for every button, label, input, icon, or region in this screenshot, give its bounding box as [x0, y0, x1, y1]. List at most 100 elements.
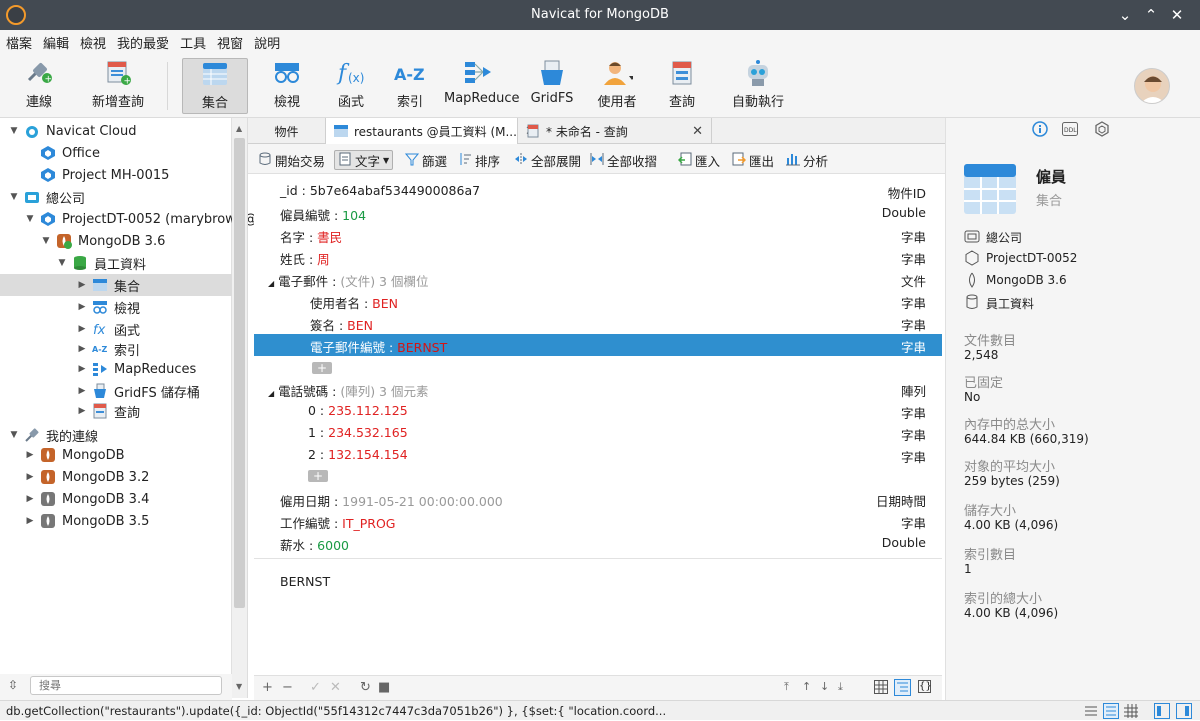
grid-icon[interactable]	[1124, 704, 1138, 721]
field-row-phone-0[interactable]: 0 : 235.112.125 字串	[254, 400, 942, 422]
tab-restaurants[interactable]: restaurants @員工資料 (M...✕	[326, 118, 536, 144]
index-button[interactable]: A-Z 索引	[386, 58, 434, 114]
discard-icon[interactable]: ✕	[330, 680, 341, 695]
last-record-icon[interactable]: ⤓	[838, 680, 843, 694]
tree-my-connections[interactable]: ▼ 我的連線	[8, 424, 98, 446]
tree-indexes[interactable]: ▶ A-Z 索引	[76, 338, 140, 360]
tree-scrollbar[interactable]: ▲ ▼	[232, 118, 248, 698]
stop-icon[interactable]: ■	[378, 680, 390, 695]
tree-gridfs-buckets[interactable]: ▶ GridFS 儲存桶	[76, 380, 200, 402]
value-editor[interactable]: BERNST	[254, 558, 942, 675]
ddl-icon[interactable]: DDL	[1062, 122, 1078, 139]
field-row-last-name[interactable]: 姓氏 : 周 字串	[254, 246, 942, 268]
import-button[interactable]: 匯入	[677, 150, 720, 170]
field-row-username[interactable]: 使用者名 : BEN 字串	[254, 290, 942, 312]
tree-mongodb-3-5[interactable]: ▶ MongoDB 3.5	[24, 510, 150, 532]
field-row-email[interactable]: ◢ 電子郵件 : (文件) 3 個欄位 文件	[254, 268, 942, 290]
close-tab-icon[interactable]: ✕	[684, 124, 703, 139]
json-view-icon[interactable]: {}	[918, 680, 932, 693]
view-button[interactable]: 檢視	[262, 58, 312, 114]
add-field-button[interactable]: +	[312, 362, 332, 374]
tree-project-mh-0015[interactable]: Project MH-0015	[24, 164, 169, 186]
gridfs-button[interactable]: GridFS	[528, 58, 576, 114]
tree-mongodb-3-2[interactable]: ▶ MongoDB 3.2	[24, 466, 150, 488]
collection-button[interactable]: 集合	[182, 58, 248, 114]
tree-views[interactable]: ▶ 檢視	[76, 296, 140, 318]
field-row-signature[interactable]: 簽名 : BEN 字串	[254, 312, 942, 334]
automation-button[interactable]: 自動執行	[730, 58, 786, 114]
mapreduce-button[interactable]: MapReduce	[444, 58, 520, 114]
tree-mapreduces[interactable]: ▶ MapReduces	[76, 358, 197, 380]
menu-favorites[interactable]: 我的最愛	[117, 33, 169, 52]
menu-help[interactable]: 說明	[254, 33, 280, 52]
function-button[interactable]: f (x) 函式	[328, 58, 374, 114]
new-query-button[interactable]: + 新增查詢	[86, 58, 150, 114]
tree-view-icon[interactable]	[894, 679, 911, 696]
analyze-button[interactable]: 分析	[786, 150, 828, 170]
tree-head-office[interactable]: ▼ 總公司	[8, 186, 85, 208]
field-row-email-id[interactable]: 電子郵件編號 : BERNST 字串	[254, 334, 942, 356]
field-row-employee-id[interactable]: 僱員編號 : 104 Double	[254, 202, 942, 224]
text-view-button[interactable]: 文字 ▼	[334, 150, 394, 170]
close-icon[interactable]: ✕	[1166, 4, 1188, 26]
toggle-right-panel-icon[interactable]	[1176, 703, 1192, 719]
field-row-phone[interactable]: ◢ 電話號碼 : (陣列) 3 個元素 陣列	[254, 378, 942, 400]
next-record-icon[interactable]: ↓	[820, 680, 829, 693]
tree-queries[interactable]: ▶ 查詢	[76, 400, 140, 422]
query-button[interactable]: 查詢	[660, 58, 704, 114]
connection-button[interactable]: + 連線	[14, 58, 64, 114]
field-row-hire-date[interactable]: 僱用日期 : 1991-05-21 00:00:00.000 日期時間	[254, 488, 942, 510]
previous-record-icon[interactable]: ↑	[802, 680, 811, 693]
scroll-thumb[interactable]	[234, 138, 245, 608]
toggle-left-panel-icon[interactable]	[1154, 703, 1170, 719]
menu-file[interactable]: 檔案	[6, 33, 32, 52]
minimize-icon[interactable]: ⌄	[1114, 4, 1136, 26]
avatar[interactable]	[1134, 68, 1170, 104]
tree-mongodb[interactable]: ▶ MongoDB	[24, 444, 125, 466]
expand-all-button[interactable]: 全部展開	[514, 150, 581, 170]
begin-transaction-button[interactable]: 開始交易	[258, 150, 325, 170]
collapse-arrow-icon[interactable]: ◢	[268, 389, 274, 398]
grid-view-icon[interactable]	[874, 680, 888, 697]
add-icon[interactable]: +	[262, 680, 273, 695]
tree-navicat-cloud[interactable]: ▼ Navicat Cloud	[8, 120, 137, 142]
scroll-up-icon[interactable]: ▲	[236, 124, 242, 133]
remove-icon[interactable]: −	[282, 680, 293, 695]
scroll-down-icon[interactable]: ▼	[236, 682, 242, 691]
collapse-arrow-icon[interactable]: ◢	[268, 279, 274, 288]
field-row-phone-1[interactable]: 1 : 234.532.165 字串	[254, 422, 942, 444]
tab-objects[interactable]: 物件	[248, 118, 326, 144]
tree-employee-db[interactable]: ▼ 員工資料	[56, 252, 146, 274]
menu-view[interactable]: 檢視	[80, 33, 106, 52]
detail-view-icon[interactable]	[1103, 703, 1119, 719]
field-row-salary[interactable]: 薪水 : 6000 Double	[254, 532, 942, 554]
refresh-icon[interactable]: ↻	[360, 680, 371, 695]
maximize-icon[interactable]: ⌃	[1140, 4, 1162, 26]
field-row-phone-2[interactable]: 2 : 132.154.154 字串	[254, 444, 942, 466]
list-view-icon[interactable]	[1084, 704, 1098, 721]
first-record-icon[interactable]: ⤒	[784, 680, 789, 694]
collapse-all-button[interactable]: 全部收摺	[590, 150, 657, 170]
apply-icon[interactable]: ✓	[310, 680, 321, 695]
tree-mongodb-3-4[interactable]: ▶ MongoDB 3.4	[24, 488, 150, 510]
menu-window[interactable]: 視窗	[217, 33, 243, 52]
tab-untitled-query[interactable]: * 未命名 - 查詢 ✕	[518, 118, 712, 144]
field-row-first-name[interactable]: 名字 : 書民 字串	[254, 224, 942, 246]
tree-search-input[interactable]	[30, 676, 222, 695]
info-icon[interactable]	[1032, 121, 1048, 140]
filter-icon[interactable]: ⇳	[8, 678, 18, 692]
menu-edit[interactable]: 編輯	[43, 33, 69, 52]
tree-office[interactable]: Office	[24, 142, 100, 164]
add-element-button[interactable]: +	[308, 470, 328, 482]
field-row-id[interactable]: _id : 5b7e64abaf5344900086a7 物件ID	[254, 180, 942, 202]
tree-collections[interactable]: ▶ 集合	[0, 274, 232, 296]
menu-tools[interactable]: 工具	[180, 33, 206, 52]
sort-button[interactable]: 排序	[458, 150, 500, 170]
filter-button[interactable]: 篩選	[404, 150, 447, 170]
user-button[interactable]: 使用者	[590, 58, 644, 114]
tree-functions[interactable]: ▶ fx 函式	[76, 318, 140, 340]
export-button[interactable]: 匯出	[732, 150, 774, 170]
tree-projectdt-0052[interactable]: ▼ ProjectDT-0052 (marybrown@	[24, 208, 258, 230]
tree-mongodb-3-6[interactable]: ▼ MongoDB 3.6	[40, 230, 165, 252]
hexagon-icon[interactable]	[1094, 121, 1110, 140]
